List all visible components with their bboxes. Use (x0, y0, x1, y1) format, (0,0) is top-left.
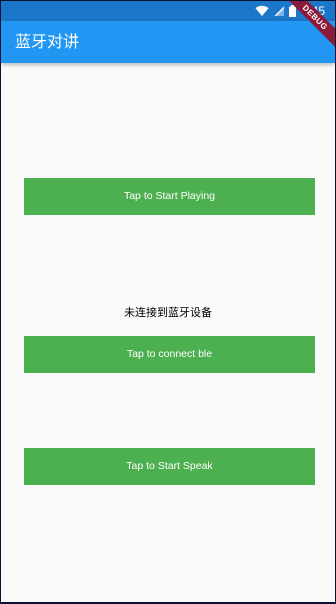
wifi-icon (255, 5, 269, 17)
battery-icon (288, 5, 296, 17)
app-screen: 4:45 蓝牙对讲 DEBUG Tap to Start Playing 未连接… (1, 1, 335, 602)
signal-icon (273, 5, 285, 17)
page-title: 蓝牙对讲 (15, 32, 80, 51)
connect-ble-button[interactable]: Tap to connect ble (24, 336, 315, 373)
status-time: 4:45 (301, 4, 325, 18)
status-bar: 4:45 (1, 1, 335, 21)
connection-status-text: 未连接到蓝牙设备 (124, 306, 212, 319)
start-speak-button[interactable]: Tap to Start Speak (24, 448, 315, 485)
app-bar: 蓝牙对讲 (1, 21, 335, 63)
start-playing-button[interactable]: Tap to Start Playing (24, 178, 315, 215)
status-icons: 4:45 (255, 3, 325, 19)
